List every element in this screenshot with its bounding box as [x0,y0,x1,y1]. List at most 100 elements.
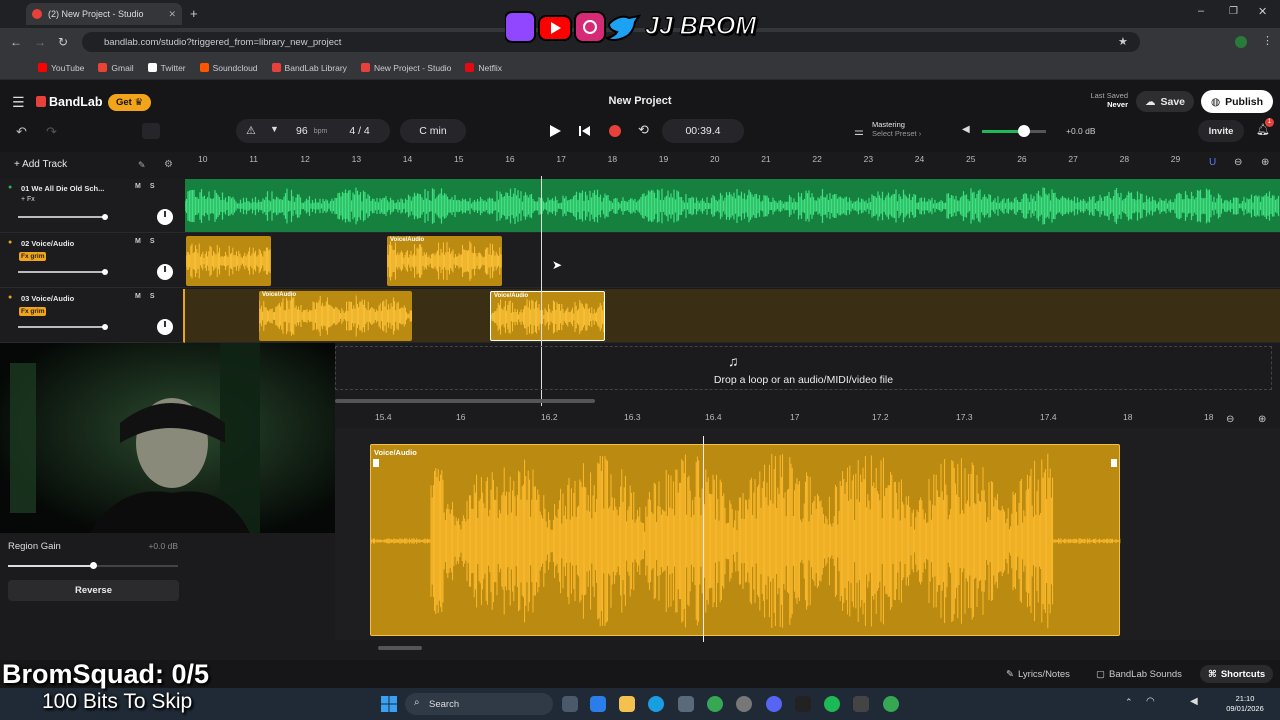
tempo-control[interactable]: 96 bpm 4 / 4 [236,119,390,143]
bandlab-sounds-tab[interactable]: ▢ BandLab Sounds [1096,665,1182,683]
add-track-button[interactable]: + Add Track [0,152,185,179]
fx-preset-badge[interactable]: Fx grim [19,307,47,316]
master-volume-slider[interactable] [982,125,1046,137]
editor-zoom-in-icon[interactable]: ⊕ [1258,414,1266,425]
track-name[interactable]: 03 Voice/Audio [21,294,74,303]
track-header-2[interactable]: ● 02 Voice/Audio MS Fx grim [0,234,185,288]
editor-scrollbar[interactable] [378,646,422,650]
mastering-preset[interactable]: Mastering Select Preset › [848,120,930,142]
discord-icon[interactable] [766,696,782,712]
windows-start-icon[interactable] [381,696,397,712]
region-gain-handle[interactable] [90,562,97,569]
skip-back-icon[interactable] [578,125,592,137]
browser-menu-icon[interactable]: ⋮ [1262,34,1273,47]
window-close-icon[interactable]: ✕ [1258,5,1267,18]
solo-button[interactable]: S [150,238,164,245]
mute-button[interactable]: M [135,238,150,245]
bookmark-item[interactable]: YouTube [38,63,84,73]
bookmark-item[interactable]: BandLab Library [271,63,347,73]
brand-name[interactable]: BandLab [49,95,102,109]
pan-knob[interactable] [157,209,173,225]
chrome-profile-icon[interactable] [883,696,899,712]
track-name[interactable]: 02 Voice/Audio [21,239,74,248]
solo-button[interactable]: S [150,293,164,300]
track-header-3[interactable]: ● 03 Voice/Audio MS Fx grim [0,289,185,343]
audio-region[interactable]: Voice/Audio [387,236,502,286]
pan-knob[interactable] [157,319,173,335]
project-title[interactable]: New Project [540,95,740,107]
task-view-icon[interactable] [562,696,578,712]
bpm-value[interactable]: 96 [296,125,308,137]
track-settings-icon[interactable]: ⚙ [164,159,173,170]
track-volume-slider[interactable] [18,213,108,220]
track-volume-slider[interactable] [18,268,108,275]
track-name[interactable]: 01 We All Die Old Sch... [21,184,104,193]
reverse-button[interactable]: Reverse [8,580,179,601]
forward-icon[interactable]: → [34,35,46,49]
horizontal-scrollbar[interactable] [335,399,595,403]
audio-region[interactable] [186,236,271,286]
track-mute-solo[interactable]: MS [135,183,164,190]
speaker-icon[interactable]: ◀ [962,124,970,135]
zoom-in-icon[interactable]: ⊕ [1261,157,1269,168]
bookmark-item[interactable]: Twitter [147,63,186,73]
get-button[interactable]: Get ♛ [108,94,151,111]
region-trim-handle-right[interactable] [1111,459,1117,467]
redo-icon[interactable]: ↷ [46,124,57,140]
tab-close-icon[interactable]: ✕ [168,9,176,20]
lyrics-notes-tab[interactable]: ✎ Lyrics/Notes [1006,665,1070,683]
new-tab-icon[interactable]: + [190,6,198,21]
taskbar-clock[interactable]: 21:10 09/01/2026 [1220,694,1270,714]
track-lane-2[interactable] [185,234,1280,288]
volume-icon[interactable]: ◀ [1190,696,1198,707]
record-button[interactable] [609,125,621,137]
spotify-icon[interactable] [824,696,840,712]
editor-ruler[interactable]: 15.4 16 16.2 16.3 16.4 17 17.2 17.3 17.4 18 18 [335,410,1245,428]
timeline-ruler[interactable]: 10 11 12 13 14 15 16 17 18 19 20 21 22 23 24 25 26 27 28 29 [185,152,1280,179]
chevron-down-icon[interactable]: ▼ [270,124,279,134]
mute-button[interactable]: M [135,183,150,190]
app-icon[interactable] [853,696,869,712]
maximize-icon[interactable]: ❐ [1229,6,1238,17]
terminal-icon[interactable] [795,696,811,712]
invite-button[interactable]: Invite [1198,120,1244,142]
drop-zone[interactable]: ♫ Drop a loop or an audio/MIDI/video fil… [335,346,1272,390]
tray-chevron-icon[interactable]: ⌃ [1125,697,1133,708]
selected-audio-region[interactable]: Voice/Audio [490,291,605,341]
browser-tab[interactable]: (2) New Project - Studio ✕ [26,3,182,25]
time-signature[interactable]: 4 / 4 [349,125,369,137]
reload-icon[interactable]: ↻ [58,35,68,49]
shortcuts-button[interactable]: ⌘ Shortcuts [1200,665,1274,683]
bookmark-star-icon[interactable]: ★ [1118,35,1128,48]
track-mute-solo[interactable]: MS [135,293,164,300]
zoom-out-icon[interactable]: ⊖ [1234,157,1242,168]
hamburger-menu-icon[interactable]: ☰ [12,94,25,111]
region-gain-slider[interactable] [8,562,178,569]
obs-icon[interactable] [736,696,752,712]
editor-playhead[interactable] [703,436,704,642]
copilot-icon[interactable] [590,696,606,712]
loop-icon[interactable]: ⟲ [638,122,649,138]
solo-button[interactable]: S [150,183,164,190]
pan-knob[interactable] [157,264,173,280]
publish-button[interactable]: ◍ Publish [1201,90,1273,113]
undo-icon[interactable]: ↶ [16,124,27,140]
file-explorer-icon[interactable] [619,696,635,712]
mute-button[interactable]: M [135,293,150,300]
volume-handle[interactable] [1018,125,1030,137]
region-trim-handle-left[interactable] [373,459,379,467]
track-lane-1[interactable] [185,179,1280,233]
back-icon[interactable]: ← [10,35,22,49]
wifi-icon[interactable]: ◠ [1146,696,1155,707]
edge-icon[interactable] [648,696,664,712]
bookmark-item[interactable]: Netflix [465,63,502,73]
profile-avatar[interactable] [1235,36,1247,48]
store-icon[interactable] [678,696,694,712]
metronome-icon[interactable]: ⚠ [246,124,256,137]
snap-magnet-icon[interactable]: U [1209,157,1216,168]
minimize-icon[interactable]: – [1198,5,1204,17]
bookmark-item[interactable]: New Project - Studio [360,63,451,73]
editor-zoom-out-icon[interactable]: ⊖ [1226,414,1234,425]
taskbar-search[interactable]: ⌕ Search [405,693,553,715]
track-volume-slider[interactable] [18,323,108,330]
